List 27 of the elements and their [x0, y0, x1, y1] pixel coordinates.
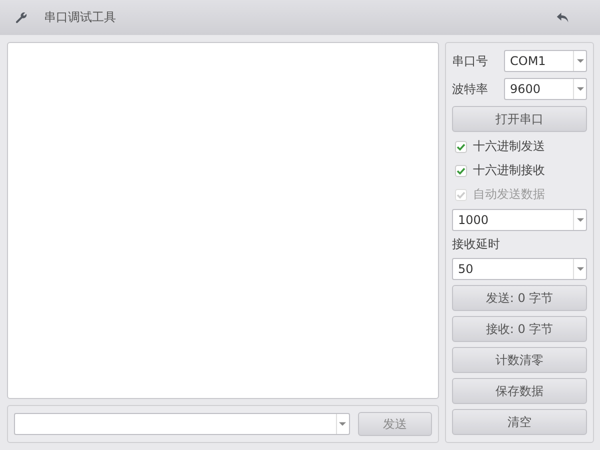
action-button[interactable]: 接收: 0 字节: [452, 316, 587, 342]
dropdown-arrow-icon[interactable]: [576, 267, 584, 271]
window-title: 串口调试工具: [44, 9, 116, 26]
setting-dropdown[interactable]: 9600: [504, 78, 587, 100]
action-button[interactable]: 计数清零: [452, 347, 587, 373]
checkbox[interactable]: [455, 164, 467, 176]
send-input-field[interactable]: [14, 413, 350, 435]
action-button[interactable]: 发送: 0 字节: [452, 285, 587, 311]
action-button[interactable]: 清空: [452, 409, 587, 435]
dropdown-arrow-icon[interactable]: [576, 87, 584, 91]
receive-delay-dropdown[interactable]: 50: [452, 258, 587, 280]
wrench-icon: [15, 11, 28, 24]
dropdown-arrow-icon[interactable]: [576, 218, 584, 222]
dropdown-arrow-icon[interactable]: [576, 59, 584, 63]
open-port-button[interactable]: 打开串口: [452, 106, 587, 132]
back-icon[interactable]: [556, 10, 570, 24]
action-button[interactable]: 保存数据: [452, 378, 587, 404]
setting-label: 串口号: [452, 52, 488, 70]
receive-delay-label: 接收延时: [452, 236, 501, 253]
dropdown-arrow-icon[interactable]: [339, 422, 346, 426]
checkbox-label: 自动发送数据: [473, 186, 545, 203]
checkbox-label: 十六进制接收: [473, 162, 545, 179]
setting-dropdown[interactable]: COM1: [504, 50, 587, 72]
setting-label: 波特率: [452, 80, 488, 98]
checkbox-label: 十六进制发送: [473, 138, 545, 155]
interval-dropdown[interactable]: 1000: [452, 209, 587, 231]
checkbox[interactable]: [455, 140, 467, 152]
